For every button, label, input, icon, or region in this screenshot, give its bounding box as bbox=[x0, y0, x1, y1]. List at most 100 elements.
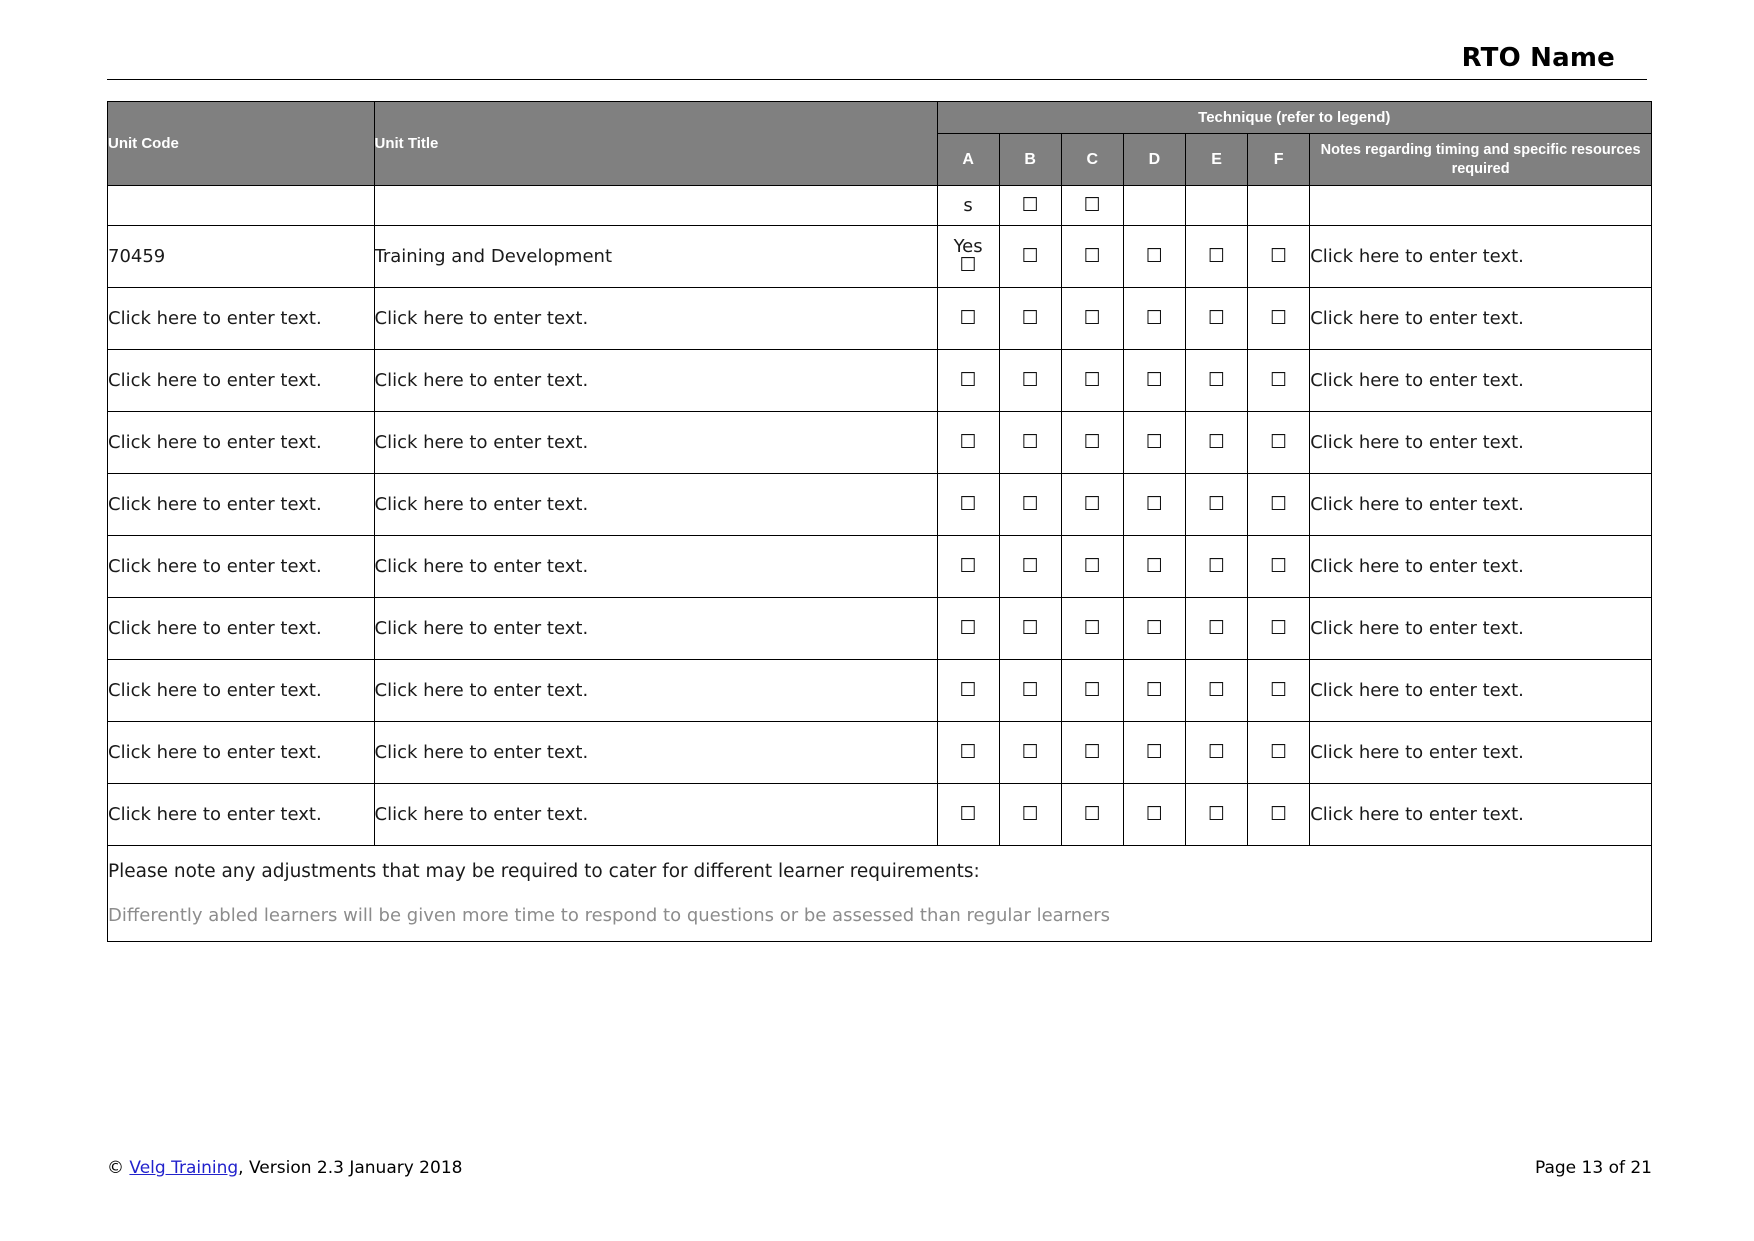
cell-technique-d[interactable]: ☐ bbox=[1122, 225, 1186, 288]
cell-technique-b[interactable]: ☐ bbox=[998, 287, 1062, 350]
cell-notes[interactable]: Click here to enter text. bbox=[1309, 287, 1652, 350]
cell-unit-code[interactable]: Click here to enter text. bbox=[107, 535, 375, 598]
checkbox-icon[interactable]: ☐ bbox=[1022, 742, 1039, 762]
cell-unit-title[interactable]: Click here to enter text. bbox=[373, 535, 938, 598]
cell-technique-d[interactable]: ☐ bbox=[1122, 473, 1186, 536]
cell-technique-f[interactable]: ☐ bbox=[1247, 535, 1311, 598]
checkbox-icon[interactable]: ☐ bbox=[960, 804, 977, 824]
cell-technique-f[interactable]: ☐ bbox=[1247, 287, 1311, 350]
cell-technique-b[interactable]: ☐ bbox=[998, 535, 1062, 598]
cell-technique-b[interactable]: ☐ bbox=[998, 349, 1062, 412]
cell-technique-a[interactable]: ☐ bbox=[936, 721, 1000, 784]
checkbox-icon[interactable]: ☐ bbox=[1022, 432, 1039, 452]
checkbox-icon[interactable]: ☐ bbox=[1084, 618, 1101, 638]
checkbox-icon[interactable]: ☐ bbox=[1208, 246, 1225, 266]
cell-technique-a[interactable]: Yes ☐ bbox=[936, 225, 1000, 288]
checkbox-icon[interactable]: ☐ bbox=[1146, 742, 1163, 762]
checkbox-icon[interactable]: ☐ bbox=[1208, 804, 1225, 824]
cell-technique-e[interactable]: ☐ bbox=[1184, 349, 1249, 412]
checkbox-icon[interactable]: ☐ bbox=[960, 308, 977, 328]
cell-unit-code[interactable]: Click here to enter text. bbox=[107, 783, 375, 846]
checkbox-icon[interactable]: ☐ bbox=[1270, 308, 1287, 328]
checkbox-icon[interactable]: ☐ bbox=[1022, 804, 1039, 824]
checkbox-icon[interactable]: ☐ bbox=[1022, 195, 1039, 215]
checkbox-icon[interactable]: ☐ bbox=[1022, 680, 1039, 700]
cell-unit-title[interactable]: Click here to enter text. bbox=[373, 287, 938, 350]
checkbox-icon[interactable]: ☐ bbox=[1270, 618, 1287, 638]
checkbox-icon[interactable]: ☐ bbox=[960, 556, 977, 576]
checkbox-icon[interactable]: ☐ bbox=[1084, 742, 1101, 762]
cell-technique-f[interactable]: ☐ bbox=[1247, 411, 1311, 474]
cell-technique-d[interactable]: ☐ bbox=[1122, 597, 1186, 660]
checkbox-icon[interactable]: ☐ bbox=[1270, 804, 1287, 824]
checkbox-icon[interactable]: ☐ bbox=[1022, 370, 1039, 390]
cell-unit-title[interactable]: Click here to enter text. bbox=[373, 349, 938, 412]
checkbox-icon[interactable]: ☐ bbox=[1022, 246, 1039, 266]
checkbox-icon[interactable]: ☐ bbox=[1270, 680, 1287, 700]
checkbox-icon[interactable]: ☐ bbox=[1208, 308, 1225, 328]
checkbox-icon[interactable]: ☐ bbox=[960, 494, 977, 514]
checkbox-icon[interactable]: ☐ bbox=[1022, 556, 1039, 576]
cell-technique-d[interactable]: ☐ bbox=[1122, 349, 1186, 412]
checkbox-icon[interactable]: ☐ bbox=[1270, 742, 1287, 762]
cell-technique-c[interactable]: ☐ bbox=[1060, 473, 1124, 536]
cell-technique-b[interactable]: ☐ bbox=[998, 721, 1062, 784]
cell-technique-d[interactable] bbox=[1122, 185, 1186, 226]
checkbox-icon[interactable]: ☐ bbox=[1270, 494, 1287, 514]
checkbox-icon[interactable]: ☐ bbox=[960, 742, 977, 762]
cell-technique-e[interactable]: ☐ bbox=[1184, 225, 1249, 288]
checkbox-icon[interactable]: ☐ bbox=[1084, 246, 1101, 266]
cell-technique-a[interactable]: ☐ bbox=[936, 597, 1000, 660]
cell-technique-b[interactable]: ☐ bbox=[998, 225, 1062, 288]
cell-technique-b[interactable]: ☐ bbox=[998, 411, 1062, 474]
checkbox-icon[interactable]: ☐ bbox=[1084, 804, 1101, 824]
cell-technique-d[interactable]: ☐ bbox=[1122, 411, 1186, 474]
cell-unit-title[interactable]: Training and Development bbox=[373, 225, 938, 288]
adjustments-answer[interactable]: Differently abled learners will be given… bbox=[108, 904, 1651, 927]
cell-technique-a[interactable]: s bbox=[936, 185, 1000, 226]
adjustments-cell[interactable]: Please note any adjustments that may be … bbox=[107, 845, 1652, 942]
checkbox-icon[interactable]: ☐ bbox=[1084, 494, 1101, 514]
cell-notes[interactable]: Click here to enter text. bbox=[1309, 535, 1652, 598]
checkbox-icon[interactable]: ☐ bbox=[1146, 370, 1163, 390]
cell-technique-d[interactable]: ☐ bbox=[1122, 721, 1186, 784]
checkbox-icon[interactable]: ☐ bbox=[1084, 195, 1101, 215]
cell-technique-c[interactable]: ☐ bbox=[1060, 721, 1124, 784]
cell-technique-a[interactable]: ☐ bbox=[936, 287, 1000, 350]
cell-unit-code[interactable]: Click here to enter text. bbox=[107, 349, 375, 412]
checkbox-icon[interactable]: ☐ bbox=[1208, 494, 1225, 514]
checkbox-icon[interactable]: ☐ bbox=[1208, 370, 1225, 390]
cell-notes[interactable]: Click here to enter text. bbox=[1309, 659, 1652, 722]
cell-unit-code[interactable]: Click here to enter text. bbox=[107, 597, 375, 660]
cell-technique-e[interactable] bbox=[1184, 185, 1249, 226]
cell-technique-d[interactable]: ☐ bbox=[1122, 535, 1186, 598]
checkbox-icon[interactable]: ☐ bbox=[960, 618, 977, 638]
checkbox-icon[interactable]: ☐ bbox=[1146, 804, 1163, 824]
cell-technique-c[interactable]: ☐ bbox=[1060, 349, 1124, 412]
checkbox-icon[interactable]: ☐ bbox=[960, 432, 977, 452]
checkbox-icon[interactable]: ☐ bbox=[1146, 246, 1163, 266]
cell-technique-b[interactable]: ☐ bbox=[998, 597, 1062, 660]
checkbox-icon[interactable]: ☐ bbox=[1022, 308, 1039, 328]
checkbox-icon[interactable]: ☐ bbox=[1270, 246, 1287, 266]
cell-unit-title[interactable]: Click here to enter text. bbox=[373, 721, 938, 784]
cell-technique-f[interactable]: ☐ bbox=[1247, 721, 1311, 784]
checkbox-icon[interactable]: ☐ bbox=[960, 370, 977, 390]
cell-technique-d[interactable]: ☐ bbox=[1122, 287, 1186, 350]
cell-technique-b[interactable]: ☐ bbox=[998, 659, 1062, 722]
checkbox-icon[interactable]: ☐ bbox=[1022, 494, 1039, 514]
cell-technique-a[interactable]: ☐ bbox=[936, 411, 1000, 474]
cell-unit-title[interactable]: Click here to enter text. bbox=[373, 473, 938, 536]
cell-technique-f[interactable]: ☐ bbox=[1247, 225, 1311, 288]
checkbox-icon[interactable]: ☐ bbox=[1208, 618, 1225, 638]
checkbox-icon[interactable]: ☐ bbox=[1146, 618, 1163, 638]
cell-technique-e[interactable]: ☐ bbox=[1184, 783, 1249, 846]
checkbox-icon[interactable]: ☐ bbox=[960, 256, 977, 275]
cell-technique-b[interactable]: ☐ bbox=[998, 473, 1062, 536]
cell-technique-d[interactable]: ☐ bbox=[1122, 659, 1186, 722]
cell-technique-f[interactable] bbox=[1247, 185, 1311, 226]
cell-notes[interactable]: Click here to enter text. bbox=[1309, 721, 1652, 784]
checkbox-icon[interactable]: ☐ bbox=[1146, 494, 1163, 514]
cell-technique-f[interactable]: ☐ bbox=[1247, 783, 1311, 846]
cell-technique-f[interactable]: ☐ bbox=[1247, 349, 1311, 412]
